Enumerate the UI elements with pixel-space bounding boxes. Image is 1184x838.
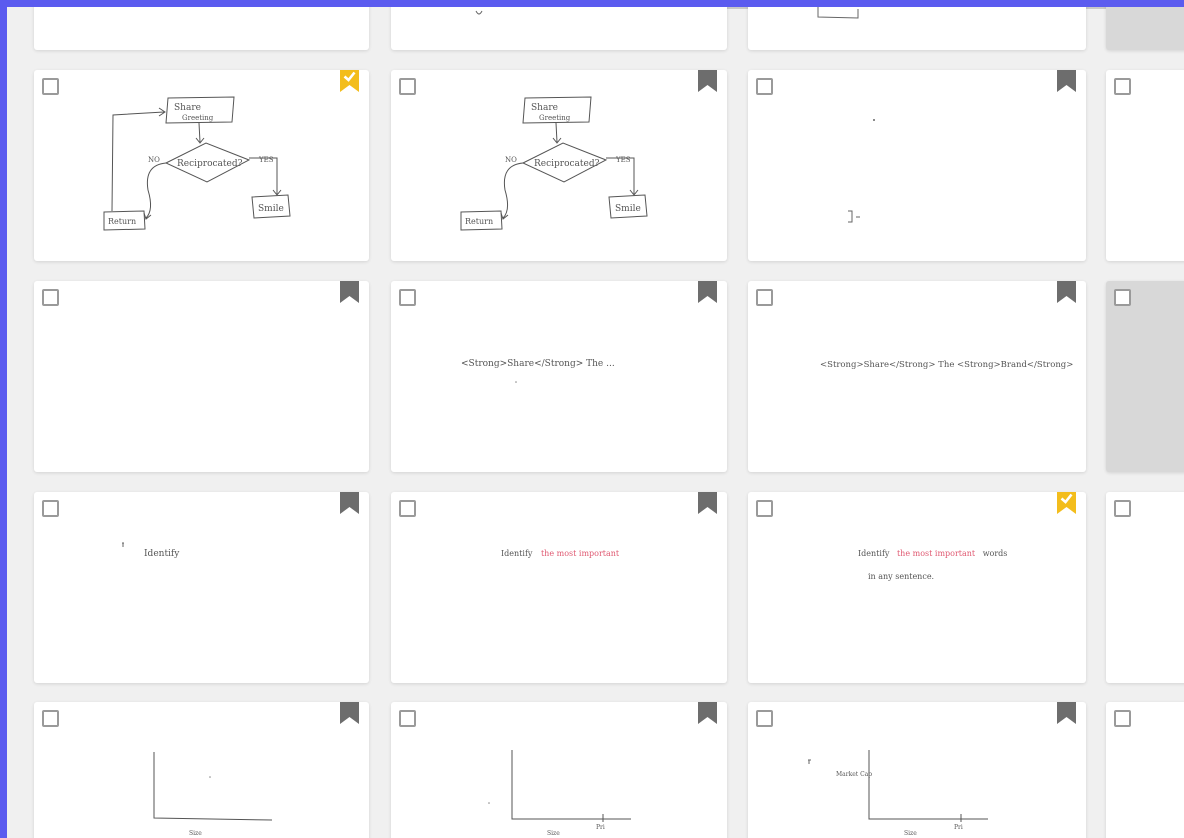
sketch-label: Smile: [258, 204, 284, 214]
sketch-axis-label: Pri: [954, 824, 963, 831]
slide-card[interactable]: [34, 7, 369, 50]
sketch-label: Greeting: [539, 114, 571, 122]
select-checkbox[interactable]: [1114, 710, 1131, 727]
slide-card[interactable]: [748, 70, 1086, 261]
select-checkbox[interactable]: [1114, 500, 1131, 517]
sketch-label: Share: [531, 103, 558, 113]
slide-card[interactable]: Identify the most important: [391, 492, 727, 683]
slide-card[interactable]: Identify the most important words in any…: [748, 492, 1086, 683]
slide-card[interactable]: Size: [34, 702, 369, 838]
slide-sketch: [475, 10, 483, 15]
sketch-label: NO: [505, 156, 517, 164]
slide-sketch: <Strong>Share</Strong> The ...: [461, 359, 615, 383]
sketch-axis-label: Size: [904, 830, 917, 837]
sketch-label: YES: [615, 156, 631, 164]
dots-sketch: [848, 119, 875, 223]
slide-sketch: Identify the most important: [501, 549, 620, 558]
slide-card[interactable]: [1106, 492, 1184, 683]
axes-sketch: Market Cap Size Pri: [808, 750, 988, 837]
select-checkbox[interactable]: [1114, 78, 1131, 95]
slide-card[interactable]: [748, 7, 1086, 50]
select-checkbox[interactable]: [42, 289, 59, 306]
axes-sketch: Size Pri: [488, 750, 631, 837]
flowchart-sketch: Share Greeting Reciprocated? NO YES Retu…: [103, 96, 291, 231]
sketch-axis-label: Market Cap: [836, 771, 872, 778]
sketch-text-part: Identify: [501, 549, 533, 558]
slide-card[interactable]: [391, 7, 727, 50]
slide-card[interactable]: <Strong>Share</Strong> The ...: [391, 281, 727, 472]
sketch-axis-label: Size: [189, 830, 202, 837]
sketch-label: NO: [148, 156, 160, 164]
bookmark-icon[interactable]: [340, 281, 359, 303]
sketch-text-red: the most important: [897, 549, 976, 558]
sketch-text: Identify the most important words: [858, 549, 1007, 558]
slide-card[interactable]: [1106, 7, 1184, 50]
slide-grid-panel: Share Greeting Reciprocated? NO YES Retu…: [7, 7, 1184, 838]
axes-sketch: Size: [153, 752, 273, 837]
sketch-label: Reciprocated?: [177, 159, 243, 169]
slide-sketch: Identify: [122, 542, 180, 559]
slide-card[interactable]: <Strong>Share</Strong> The <Strong>Brand…: [748, 281, 1086, 472]
sketch-label: Share: [174, 103, 201, 113]
sketch-label: Return: [108, 217, 136, 226]
flowchart-sketch: Share Greeting Reciprocated? NO YES Retu…: [460, 96, 648, 231]
sketch-label: YES: [258, 156, 274, 164]
select-checkbox[interactable]: [1114, 289, 1131, 306]
sketch-text: <Strong>Share</Strong> The ...: [461, 359, 615, 369]
sketch-label: Return: [465, 217, 493, 226]
slide-card[interactable]: Market Cap Size Pri: [748, 702, 1086, 838]
sketch-text-red: the most important: [541, 549, 620, 558]
slide-card[interactable]: Identify: [34, 492, 369, 683]
sketch-text-part: Identify: [858, 549, 890, 558]
slide-card[interactable]: [1106, 702, 1184, 838]
slide-card[interactable]: [1106, 281, 1184, 472]
slide-sketch: <Strong>Share</Strong> The <Strong>Brand…: [820, 360, 1073, 370]
sketch-label: Reciprocated?: [534, 159, 600, 169]
sketch-axis-label: Size: [547, 830, 560, 837]
sketch-text: Identify: [144, 549, 180, 559]
sketch-text: Identify the most important: [501, 549, 620, 558]
sketch-text-part: words: [983, 549, 1008, 558]
slide-card[interactable]: Share Greeting Reciprocated? NO YES Retu…: [391, 70, 727, 261]
slide-sketch: Identify the most important words in any…: [858, 549, 1007, 581]
slide-card[interactable]: [1106, 70, 1184, 261]
slide-sketch: [817, 7, 859, 19]
sketch-axis-label: Pri: [596, 824, 605, 831]
sketch-text: <Strong>Share</Strong> The <Strong>Brand…: [820, 360, 1073, 370]
slide-card[interactable]: Share Greeting Reciprocated? NO YES Retu…: [34, 70, 369, 261]
sketch-label: Smile: [615, 204, 641, 214]
slide-card[interactable]: [34, 281, 369, 472]
sketch-label: Greeting: [182, 114, 214, 122]
slide-card[interactable]: Size Pri: [391, 702, 727, 838]
sketch-text: in any sentence.: [868, 572, 934, 581]
